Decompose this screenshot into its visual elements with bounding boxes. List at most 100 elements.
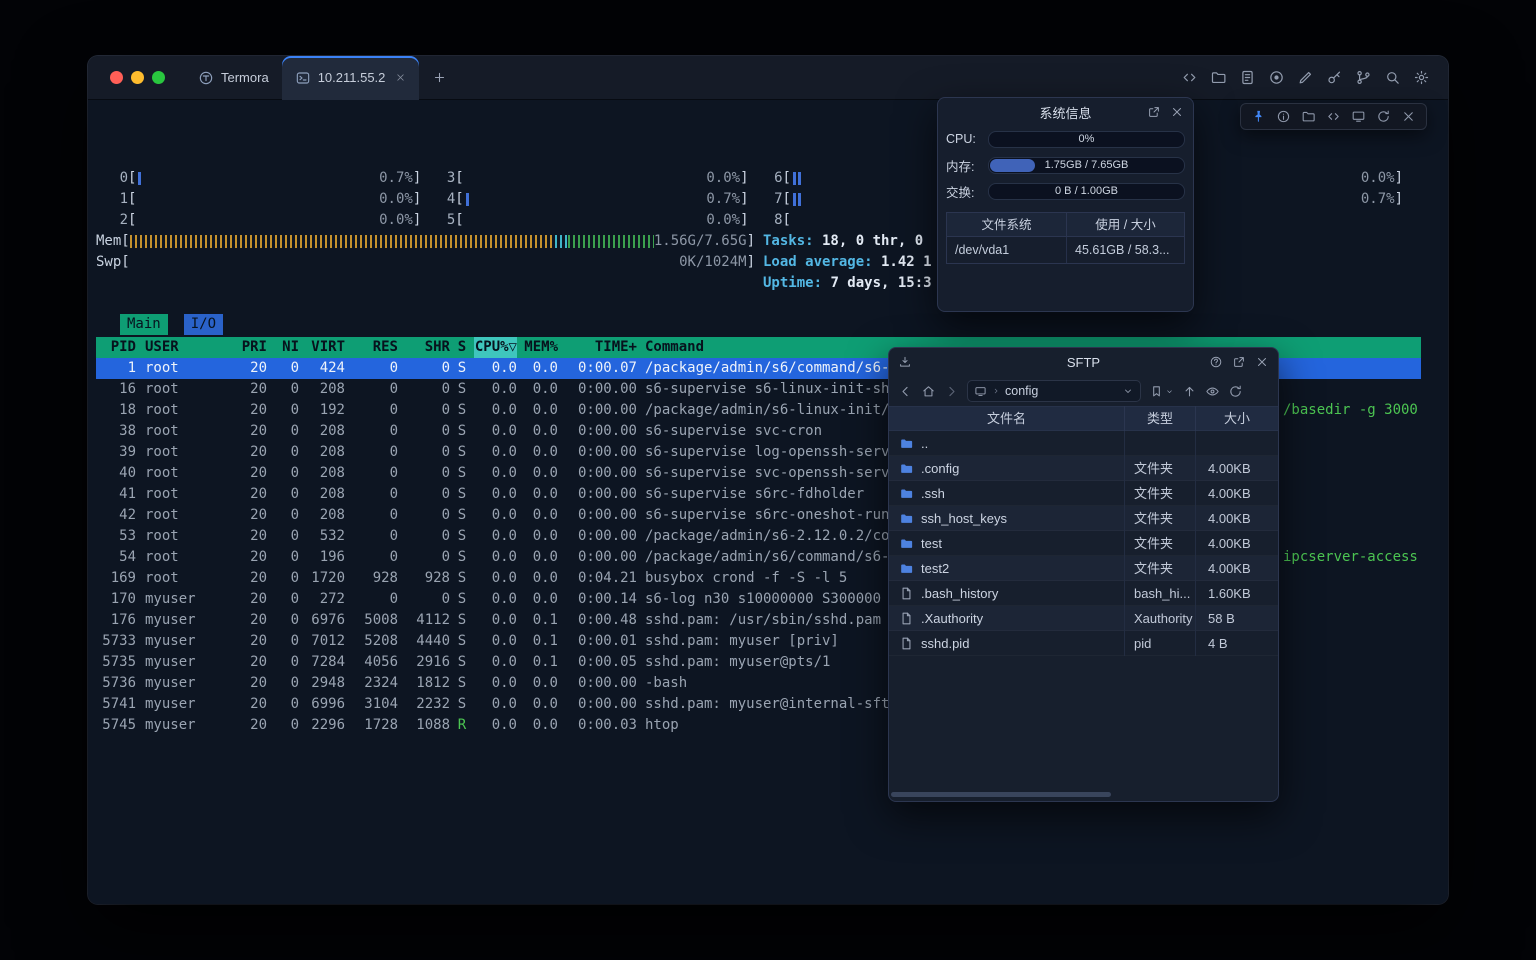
fs-table-row[interactable]: /dev/vda1 45.61GB / 58.3...: [947, 237, 1184, 263]
shr-cell: 0: [398, 358, 450, 379]
bookmark-icon[interactable]: [1149, 384, 1174, 399]
file-name-cell: .config: [889, 456, 1125, 481]
key-icon[interactable]: [1326, 69, 1343, 86]
file-row-.Xauthority[interactable]: .XauthorityXauthority58 B: [889, 606, 1278, 631]
gear-icon[interactable]: [1413, 69, 1430, 86]
st-cell: S: [450, 358, 474, 379]
folder-icon[interactable]: [1301, 109, 1316, 124]
ni-cell: 0: [267, 547, 299, 568]
file-row-test2[interactable]: test2文件夹4.00KB: [889, 556, 1278, 581]
file-size-cell: [1196, 431, 1278, 456]
refresh-icon[interactable]: [1228, 384, 1243, 399]
file-row-.config[interactable]: .config文件夹4.00KB: [889, 456, 1278, 481]
col-st[interactable]: S: [450, 337, 474, 358]
file-row-.bash_history[interactable]: .bash_historybash_hi...1.60KB: [889, 581, 1278, 606]
col-mem[interactable]: MEM%: [517, 337, 558, 358]
pid-cell: 5735: [96, 652, 136, 673]
file-row-..[interactable]: ..: [889, 431, 1278, 456]
col-type[interactable]: 类型: [1125, 406, 1196, 431]
chevron-down-icon[interactable]: [1122, 385, 1134, 397]
tab-termora[interactable]: Termora: [185, 56, 282, 100]
col-size[interactable]: 大小: [1196, 406, 1278, 431]
close-panel-icon[interactable]: [1170, 105, 1184, 119]
col-shr[interactable]: SHR: [398, 337, 450, 358]
horizontal-scrollbar[interactable]: [891, 792, 1276, 798]
file-type-cell: Xauthority: [1125, 606, 1196, 631]
col-virt[interactable]: VIRT: [299, 337, 345, 358]
help-icon[interactable]: [1209, 355, 1223, 369]
col-time[interactable]: TIME+: [558, 337, 637, 358]
col-res[interactable]: RES: [345, 337, 398, 358]
back-icon[interactable]: [898, 384, 913, 399]
virt-cell: 208: [299, 463, 345, 484]
traffic-lights: [88, 71, 185, 84]
htop-tab-main[interactable]: Main: [120, 314, 168, 335]
open-in-window-icon[interactable]: [1147, 105, 1161, 119]
refresh-icon[interactable]: [1376, 109, 1391, 124]
col-ni[interactable]: NI: [267, 337, 299, 358]
file-name-cell: sshd.pid: [889, 631, 1125, 656]
sysinfo-metrics: CPU:0%内存:1.75GB / 7.65GB交换:0 B / 1.00GB: [938, 126, 1193, 204]
tab-session-10-211-55-2[interactable]: 10.211.55.2: [282, 56, 420, 100]
forward-icon[interactable]: [944, 384, 959, 399]
shr-cell: 4112: [398, 610, 450, 631]
pid-cell: 5741: [96, 694, 136, 715]
home-icon[interactable]: [921, 384, 936, 399]
search-icon[interactable]: [1384, 69, 1401, 86]
zoom-window-button[interactable]: [152, 71, 165, 84]
upload-icon[interactable]: [1182, 384, 1197, 399]
close-tab-icon[interactable]: [395, 72, 406, 83]
journal-icon[interactable]: [1239, 69, 1256, 86]
close-window-button[interactable]: [110, 71, 123, 84]
ni-cell: 0: [267, 505, 299, 526]
minimize-window-button[interactable]: [131, 71, 144, 84]
time-cell: 0:00.00: [558, 547, 637, 568]
time-cell: 0:00.14: [558, 589, 637, 610]
file-size-cell: 4.00KB: [1196, 556, 1278, 581]
mem-value: 1.56G/7.65G: [654, 231, 747, 252]
htop-tab-io[interactable]: I/O: [184, 314, 223, 335]
monitor-icon[interactable]: [1351, 109, 1366, 124]
file-row-sshd.pid[interactable]: sshd.pidpid4 B: [889, 631, 1278, 656]
st-cell: S: [450, 400, 474, 421]
user-cell: root: [145, 505, 231, 526]
file-row-.ssh[interactable]: .ssh文件夹4.00KB: [889, 481, 1278, 506]
show-hidden-icon[interactable]: [1205, 384, 1220, 399]
folder-icon[interactable]: [1210, 69, 1227, 86]
file-name: sshd.pid: [921, 631, 969, 656]
pid-cell: 1: [96, 358, 136, 379]
virt-cell: 196: [299, 547, 345, 568]
col-pid[interactable]: PID: [96, 337, 136, 358]
pin-icon[interactable]: [1251, 109, 1266, 124]
col-pri[interactable]: PRI: [231, 337, 267, 358]
cpu-cell: 0.0: [474, 673, 517, 694]
record-icon[interactable]: [1268, 69, 1285, 86]
file-name-cell: .ssh: [889, 481, 1125, 506]
path-breadcrumb[interactable]: config: [967, 380, 1141, 402]
close-panel-icon[interactable]: [1255, 355, 1269, 369]
file-row-test[interactable]: test文件夹4.00KB: [889, 531, 1278, 556]
new-tab-button[interactable]: [432, 70, 447, 85]
code-icon[interactable]: [1326, 109, 1341, 124]
open-in-window-icon[interactable]: [1232, 355, 1246, 369]
col-cpu[interactable]: CPU%▽: [474, 337, 517, 358]
branch-icon[interactable]: [1355, 69, 1372, 86]
scrollbar-thumb[interactable]: [891, 792, 1111, 797]
load-value: 1.42 1: [873, 254, 932, 270]
col-filename[interactable]: 文件名: [889, 406, 1125, 431]
virt-cell: 208: [299, 505, 345, 526]
uptime-label: Uptime:: [763, 275, 822, 291]
pencil-icon[interactable]: [1297, 69, 1314, 86]
info-icon[interactable]: [1276, 109, 1291, 124]
file-row-ssh_host_keys[interactable]: ssh_host_keys文件夹4.00KB: [889, 506, 1278, 531]
file-name-cell: ssh_host_keys: [889, 506, 1125, 531]
col-user[interactable]: USER: [145, 337, 231, 358]
metric-memory: 内存:1.75GB / 7.65GB: [938, 152, 1193, 178]
transfers-icon[interactable]: [898, 355, 912, 369]
htop-view-tabs: Main I/O: [120, 314, 223, 336]
mem-cell: 0.0: [517, 568, 558, 589]
virt-cell: 2948: [299, 673, 345, 694]
code-icon[interactable]: [1181, 69, 1198, 86]
file-type-cell: pid: [1125, 631, 1196, 656]
close-icon[interactable]: [1401, 109, 1416, 124]
